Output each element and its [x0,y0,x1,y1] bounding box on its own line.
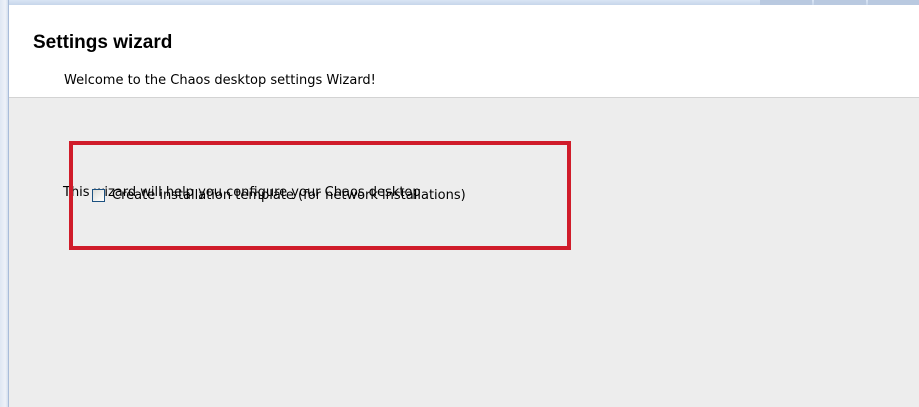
wizard-header: Settings wizard Welcome to the Chaos des… [9,5,919,98]
window-left-border [0,0,9,407]
settings-wizard-window: Settings wizard Welcome to the Chaos des… [0,0,919,407]
create-installation-template-label[interactable]: Create installation template (for networ… [112,188,466,203]
create-installation-template-checkbox[interactable] [92,188,105,202]
wizard-subtitle: Welcome to the Chaos desktop settings Wi… [64,73,376,88]
create-installation-template-option[interactable]: Create installation template (for networ… [92,186,466,204]
wizard-title: Settings wizard [33,32,173,53]
